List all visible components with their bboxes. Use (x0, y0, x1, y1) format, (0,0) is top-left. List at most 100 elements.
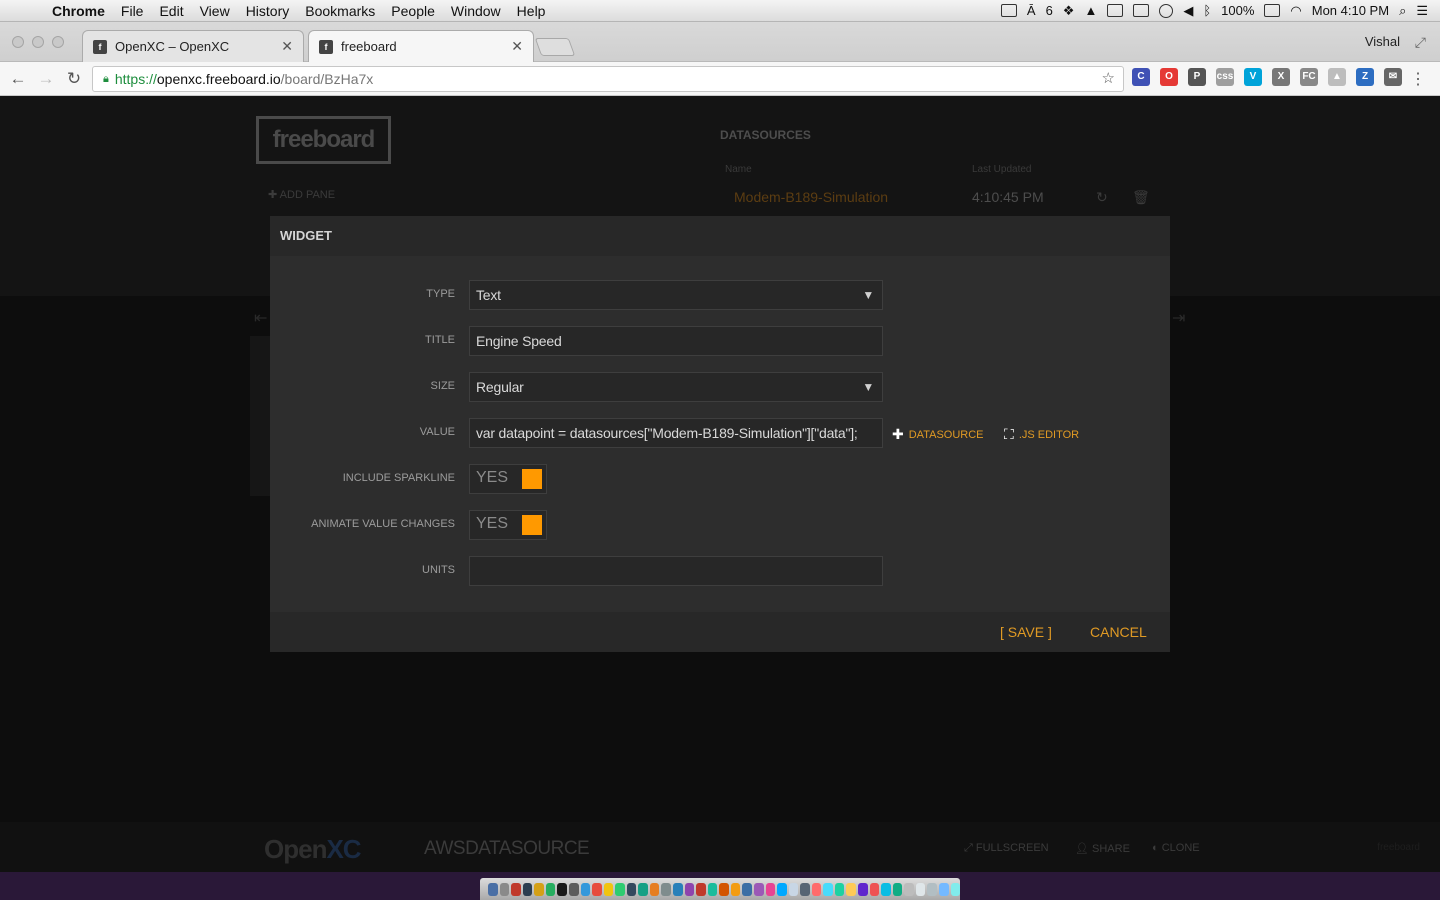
dock-app-icon[interactable] (499, 882, 510, 896)
wifi-icon[interactable]: ◠ (1290, 3, 1301, 19)
dock-app-icon[interactable] (834, 882, 845, 896)
dock-app-icon[interactable] (730, 882, 741, 896)
extension-icon[interactable]: Z (1356, 68, 1374, 86)
dock-app-icon[interactable] (800, 882, 810, 896)
extension-icon[interactable]: ▲ (1328, 68, 1346, 86)
menu-app-chrome[interactable]: Chrome (44, 0, 113, 22)
cancel-button[interactable]: CANCEL (1090, 624, 1147, 640)
dropbox-icon[interactable]: ❖ (1063, 3, 1075, 19)
menu-people[interactable]: People (383, 0, 443, 22)
tab-openxc[interactable]: f OpenXC – OpenXC ✕ (82, 30, 304, 62)
tab-close-icon[interactable]: ✕ (281, 38, 293, 55)
forward-arrow-icon[interactable]: → (32, 69, 60, 89)
size-select[interactable]: Regular ▼ (469, 372, 883, 402)
dock-app-icon[interactable] (938, 882, 949, 896)
title-input[interactable]: Engine Speed (469, 326, 883, 356)
dock-app-icon[interactable] (615, 882, 625, 896)
bookmark-star-icon[interactable]: ☆ (1102, 69, 1115, 87)
dock-app-icon[interactable] (777, 882, 787, 896)
chrome-menu-icon[interactable]: ⋮ (1410, 69, 1426, 89)
dock-app-icon[interactable] (545, 882, 556, 896)
address-bar[interactable]: 🔒︎ https:// openxc.freeboard.io /board/B… (92, 66, 1124, 92)
profile-button[interactable]: Vishal (1365, 34, 1400, 49)
animate-toggle[interactable]: YES (469, 510, 547, 540)
dock-app-icon[interactable] (846, 882, 856, 896)
extension-icon[interactable]: P (1188, 68, 1206, 86)
adobe-icon[interactable]: Ā (1027, 3, 1036, 18)
dock-app-icon[interactable] (707, 882, 718, 896)
window-zoom-button[interactable] (52, 36, 64, 48)
expand-column-icon[interactable]: ⇥ (1172, 308, 1185, 328)
dock-app-icon[interactable] (869, 882, 880, 896)
dock-app-icon[interactable] (823, 882, 833, 896)
dock-app-icon[interactable] (511, 882, 521, 896)
value-input[interactable]: var datapoint = datasources["Modem-B189-… (469, 418, 883, 448)
window-fullscreen-icon[interactable]: ⤢ (1415, 34, 1426, 51)
menu-window[interactable]: Window (443, 0, 509, 22)
new-tab-button[interactable] (534, 38, 576, 56)
clone-link[interactable]: ◐ CLONE (1152, 842, 1200, 854)
dock-app-icon[interactable] (626, 882, 637, 896)
refresh-icon[interactable]: ↻ (1096, 189, 1108, 206)
dock-app-icon[interactable] (927, 882, 937, 896)
window-minimize-button[interactable] (32, 36, 44, 48)
dock-app-icon[interactable] (742, 882, 752, 896)
tab-freeboard[interactable]: f freeboard ✕ (308, 30, 534, 62)
extension-icon[interactable]: X (1272, 68, 1290, 86)
dock-app-icon[interactable] (765, 882, 776, 896)
dock-app-icon[interactable] (649, 882, 660, 896)
dock-app-icon[interactable] (534, 882, 544, 896)
share-link[interactable]: 👤︎ SHARE (1075, 842, 1130, 855)
dock-app-icon[interactable] (858, 882, 868, 896)
sparkline-toggle[interactable]: YES (469, 464, 547, 494)
dock-app-icon[interactable] (673, 882, 683, 896)
trash-icon[interactable]: 🗑︎ (1132, 189, 1150, 206)
dock-app-icon[interactable] (522, 882, 533, 896)
dock-app-icon[interactable] (557, 882, 567, 896)
dock-app-icon[interactable] (915, 882, 926, 896)
spotlight-icon[interactable]: ⌕ (1399, 3, 1406, 19)
back-arrow-icon[interactable]: ← (4, 69, 32, 89)
add-datasource-link[interactable]: ✚ DATASOURCE (892, 426, 984, 443)
dock-app-icon[interactable] (719, 882, 729, 896)
dock-app-icon[interactable] (811, 882, 822, 896)
window-close-button[interactable] (12, 36, 24, 48)
add-pane-button[interactable]: ✚ ADD PANE (268, 188, 335, 201)
airplay-icon[interactable] (1107, 4, 1124, 17)
notification-center-icon[interactable]: ☰ (1416, 3, 1428, 19)
extension-icon[interactable]: css (1216, 68, 1234, 86)
dock-app-icon[interactable] (592, 882, 602, 896)
bluetooth-icon[interactable]: ᛒ (1203, 3, 1211, 18)
menu-view[interactable]: View (192, 0, 238, 22)
menu-file[interactable]: File (113, 0, 152, 22)
dock-app-icon[interactable] (788, 882, 799, 896)
units-input[interactable] (469, 556, 883, 586)
dock-app-icon[interactable] (488, 882, 498, 896)
type-select[interactable]: Text ▼ (469, 280, 883, 310)
dock-app-icon[interactable] (753, 882, 764, 896)
menu-help[interactable]: Help (509, 0, 554, 22)
extension-icon[interactable]: C (1132, 68, 1150, 86)
dock-app-icon[interactable] (904, 882, 914, 896)
drive-icon[interactable]: ▲ (1084, 3, 1097, 18)
js-editor-link[interactable]: ⛶ .JS EDITOR (1004, 426, 1079, 443)
dock-app-icon[interactable] (661, 882, 671, 896)
clock[interactable]: Mon 4:10 PM (1312, 3, 1389, 18)
dock-app-icon[interactable] (950, 882, 961, 896)
dock-app-icon[interactable] (638, 882, 648, 896)
dock-app-icon[interactable] (881, 882, 891, 896)
extension-icon[interactable]: V (1244, 68, 1262, 86)
memory-icon[interactable] (1133, 4, 1150, 17)
volume-icon[interactable]: ◀ (1183, 3, 1193, 19)
time-machine-icon[interactable] (1159, 3, 1174, 18)
battery-icon[interactable] (1264, 4, 1281, 17)
save-button[interactable]: [ SAVE ] (1000, 624, 1052, 640)
display-icon[interactable] (1000, 4, 1017, 17)
reload-icon[interactable]: ↻ (60, 69, 88, 89)
dock-app-icon[interactable] (568, 882, 579, 896)
dock-app-icon[interactable] (580, 882, 591, 896)
extension-icon[interactable]: ✉ (1384, 68, 1402, 86)
extension-icon[interactable]: FC (1300, 68, 1318, 86)
fullscreen-link[interactable]: ⤢ FULLSCREEN (964, 842, 1049, 855)
extension-icon[interactable]: O (1160, 68, 1178, 86)
